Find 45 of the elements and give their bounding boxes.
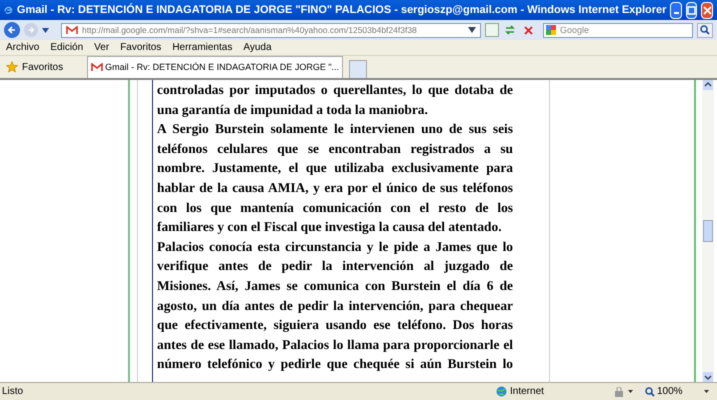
caret-icon — [704, 390, 709, 393]
maximize-icon — [687, 6, 696, 14]
search-icon — [700, 25, 710, 35]
menu-item[interactable]: Ver — [94, 40, 110, 55]
caret-icon — [628, 390, 633, 393]
magnifier-icon — [645, 386, 655, 396]
arrow-left-icon — [7, 25, 17, 35]
favorites-button[interactable]: Favoritos — [2, 56, 68, 78]
scrollbar-thumb[interactable] — [703, 220, 713, 242]
paragraph: Palacios conocía esta circunstancia y le pide a James que lo verifique antes de pedir la intervención al juzgado de Misiones. Así, James se comunica con Burstein el día 6 de agosto, un día antes de pedir la intervención, para chequear que efectivamente, siguiera usando ese teléfono. Dos horas antes de ese llamado, Palacios lo llama para proporcionarle el número telefónico y pedirle que chequée si aún Burstein lo — [157, 238, 513, 374]
address-field[interactable]: http://mail.google.com/mail/?shva=1#search/aanisman%40yahoo.com/12503b4bf24f3f38 — [61, 22, 481, 38]
menu-item[interactable]: Herramientas — [172, 40, 232, 55]
refresh-icon — [504, 24, 516, 36]
arrow-right-icon — [27, 26, 35, 34]
back-button[interactable] — [4, 22, 20, 38]
dropdown-icon — [468, 27, 476, 33]
caret-icon — [42, 28, 49, 32]
close-button[interactable] — [701, 2, 713, 18]
globe-icon — [496, 386, 507, 397]
search-provider-icon — [546, 25, 556, 35]
maximize-button[interactable] — [686, 2, 698, 18]
close-icon — [524, 26, 532, 34]
window-title: Gmail - Rv: DETENCIÓN E INDAGATORIA DE JORGE "FINO" PALACIOS - sergioszp@gmail.com - Windows Internet Explorer — [16, 2, 666, 18]
refresh-button[interactable] — [503, 23, 517, 37]
star-icon — [6, 61, 18, 73]
chevron-up-icon — [703, 80, 713, 90]
minimize-button[interactable] — [670, 2, 682, 18]
zoom-button[interactable]: 100% — [645, 384, 715, 399]
new-tab-button[interactable] — [349, 60, 368, 78]
search-button[interactable] — [697, 22, 713, 38]
minimize-icon — [674, 12, 679, 14]
search-field[interactable]: Google — [543, 22, 693, 38]
security-zone: Internet — [510, 385, 545, 399]
close-icon — [702, 6, 712, 14]
paragraph: controladas por imputados o querellantes, lo que dotaba de una garantía de impunidad a toda la maniobra. — [157, 81, 513, 119]
status-text: Listo — [2, 385, 24, 399]
menu-item[interactable]: Ayuda — [243, 40, 272, 55]
chevron-down-icon — [703, 372, 713, 382]
scrollbar[interactable] — [702, 80, 714, 382]
menu-item[interactable]: Archivo — [6, 40, 40, 55]
browser-tab[interactable]: Gmail - Rv: DETENCIÓN E INDAGATORIA DE JORGE "... — [87, 56, 344, 78]
menu-item[interactable]: Favoritos — [120, 40, 162, 55]
menu-item[interactable]: Edición — [50, 40, 84, 55]
lock-icon — [614, 386, 624, 396]
paragraph: A Sergio Burstein solamente le intervienen uno de sus seis teléfonos celulares que se encontraban registrados a su nombre. Justamente, el que utilizaba exclusivamente para hablar de la causa AMIA, y era por el único de sus teléfonos con los que mantenía comunicación con el resto de los familiares y con el Fiscal que investiga la causa del atentado. — [157, 120, 513, 236]
